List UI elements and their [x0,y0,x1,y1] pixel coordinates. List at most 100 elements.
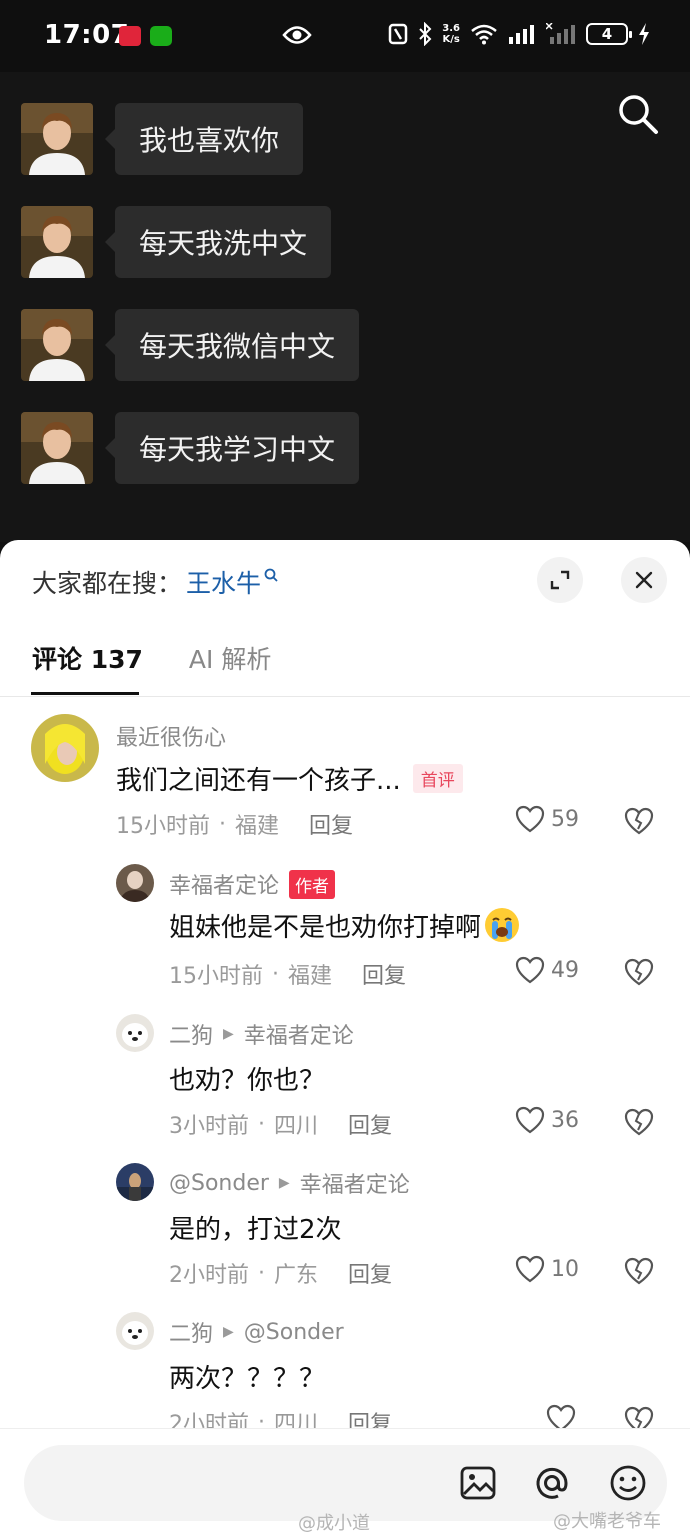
comment-text: 两次？？？？ [169,1364,326,1394]
broken-heart-icon[interactable] [624,958,654,986]
mention-icon[interactable] [532,1463,572,1503]
hot-search-label: 大家都在搜： [32,569,183,598]
comment-text: 是的，打过2次 [169,1215,342,1245]
comment-username-row: 幸福者定论 作者 [169,868,336,900]
comment-time: 2小时前 [169,1263,249,1288]
reply-button[interactable]: 回复 [309,808,353,840]
comment-tabs: 评论 137 AI 解析 [32,640,271,676]
search-icon[interactable] [616,92,660,136]
reply-arrow-icon: ▶ [223,1324,234,1340]
tab-comments[interactable]: 评论 137 [32,640,143,676]
close-button[interactable] [621,557,667,603]
avatar[interactable] [116,1163,154,1201]
divider [0,696,690,697]
broken-heart-icon[interactable] [624,1257,654,1285]
first-comment-badge: 首评 [412,764,463,793]
bluetooth-icon [419,22,432,46]
comment-text: 我们之间还有一个孩子... [116,766,401,796]
signal-icon [509,25,534,44]
heart-icon [515,1106,545,1134]
reply-to-username[interactable]: @Sonder [244,1320,344,1345]
emoji-icon[interactable] [608,1463,648,1503]
comment-username-row: 二狗 ▶ 幸福者定论 [169,1018,354,1050]
close-icon [635,571,653,589]
reply-arrow-icon: ▶ [223,1026,234,1042]
chat-avatar [21,309,93,381]
reply-arrow-icon: ▶ [278,1175,290,1191]
image-icon[interactable] [458,1463,498,1503]
hot-search-term[interactable]: 王水牛 [186,564,261,600]
heart-icon [515,956,545,984]
avatar[interactable] [116,1312,154,1350]
comment-time: 3小时前 [169,1114,249,1139]
reply-button[interactable]: 回复 [362,958,406,990]
avatar[interactable] [116,1014,154,1052]
chat-avatar [21,103,93,175]
signal-off-icon [546,23,575,44]
reply-to-username[interactable]: 幸福者定论 [244,1018,354,1050]
reply-button[interactable]: 回复 [348,1257,392,1289]
avatar[interactable] [31,714,99,782]
charging-icon [639,23,649,45]
chat-message: 每天我洗中文 [21,206,332,278]
chat-message: 我也喜欢你 [21,103,304,175]
chat-bubble: 每天我学习中文 [104,412,360,484]
comment-time: 15小时前 [116,814,210,839]
comment-username[interactable]: 二狗 [169,1018,213,1050]
status-bar: 17:07 3.6 K/s 4 [0,0,690,72]
battery-indicator: 4 [586,23,632,45]
comment-text-row: 我们之间还有一个孩子... 首评 [116,760,463,797]
hot-search[interactable]: 大家都在搜： 王水牛 [32,564,278,600]
broken-heart-icon[interactable] [624,807,654,835]
like-button[interactable]: 10 [515,1255,579,1283]
tab-underline [31,692,139,695]
like-button[interactable]: 49 [515,956,579,984]
eye-icon [282,26,312,44]
comment-location: 福建 [288,964,333,989]
comment-location: 广东 [274,1263,319,1288]
chat-message: 每天我微信中文 [21,309,360,381]
heart-icon [515,805,545,833]
comment-meta: 15小时前 · 福建 回复 [169,958,406,990]
like-count: 59 [551,806,579,832]
status-icons: 3.6 K/s 4 [388,22,650,46]
expand-icon [550,570,570,590]
comment-username[interactable]: @Sonder [169,1171,269,1196]
comment-location: 福建 [235,814,280,839]
chat-bubble: 每天我洗中文 [104,206,332,278]
comment-username-row: @Sonder ▶ 幸福者定论 [169,1167,410,1199]
like-count: 10 [551,1256,579,1282]
tab-ai-analysis[interactable]: AI 解析 [189,640,271,676]
nfc-icon [389,23,408,45]
status-time: 17:07 [44,20,130,50]
avatar[interactable] [116,864,154,902]
comment-username[interactable]: 幸福者定论 [169,868,279,900]
expand-button[interactable] [537,557,583,603]
chat-message: 每天我学习中文 [21,412,360,484]
comment-time: 15小时前 [169,964,263,989]
like-button[interactable]: 36 [515,1106,579,1134]
like-button[interactable]: 59 [515,805,579,833]
comment-meta: 15小时前 · 福建 回复 [116,808,353,840]
search-small-icon [264,568,278,582]
like-count: 36 [551,1107,579,1133]
comment-username[interactable]: 最近很伤心 [116,720,226,752]
comment-location: 四川 [274,1114,319,1139]
comment-meta: 2小时前 · 广东 回复 [169,1257,392,1289]
reply-button[interactable]: 回复 [348,1108,392,1140]
reply-to-username[interactable]: 幸福者定论 [300,1167,410,1199]
chat-avatar [21,412,93,484]
watermark-left: @成小道 [298,1513,370,1534]
comment-username[interactable]: 二狗 [169,1316,213,1348]
comment-text-row: 姐妹他是不是也劝你打掉啊 [169,906,521,944]
chat-bubble: 每天我微信中文 [104,309,360,381]
like-count: 49 [551,957,579,983]
broken-heart-icon[interactable] [624,1108,654,1136]
chat-bubble: 我也喜欢你 [104,103,304,175]
watermark-right: @大嘴老爷车 [553,1511,661,1532]
wifi-icon [471,24,497,45]
network-speed: 3.6 K/s [442,23,460,45]
notification-app-icon [119,26,141,46]
video-player[interactable]: 我也喜欢你 每天我洗中文 每天我微信中文 每天我学习中文 [0,72,690,542]
author-badge: 作者 [289,869,336,899]
